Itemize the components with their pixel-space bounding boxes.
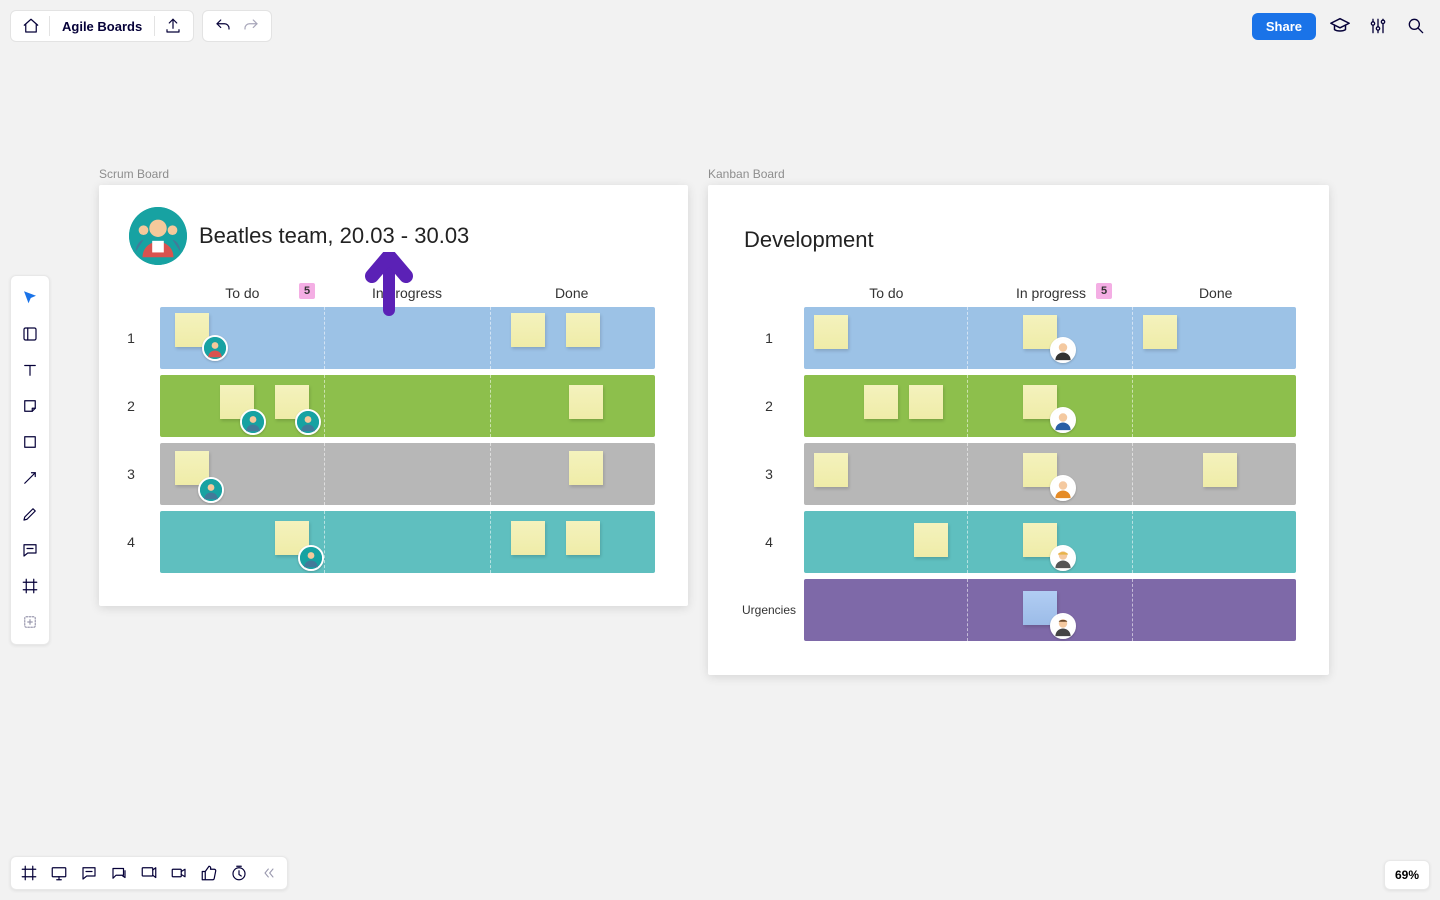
search-icon[interactable] [1402,12,1430,40]
scrum-frame[interactable]: Beatles team, 20.03 - 30.03 To do In pro… [99,185,688,606]
kanban-row-label: 4 [734,534,804,550]
scrum-title: Beatles team, 20.03 - 30.03 [199,223,469,249]
sticky-note[interactable] [909,385,943,419]
frame-tool-icon[interactable] [14,570,46,602]
bottom-toolbar [10,856,288,890]
scrum-row-label: 1 [102,330,160,346]
text-tool-icon[interactable] [14,354,46,386]
chat-icon[interactable] [105,859,133,887]
swimlane[interactable] [160,443,655,505]
mini-avatar-icon [202,335,228,361]
sticky-note[interactable] [569,451,603,485]
person-avatar-icon [1050,545,1076,571]
person-avatar-icon [1050,475,1076,501]
kanban-row-label: 2 [734,398,804,414]
present-icon[interactable] [45,859,73,887]
redo-icon[interactable] [237,12,265,40]
undo-icon[interactable] [209,12,237,40]
tool-panel [10,275,50,645]
swimlane[interactable] [804,511,1296,573]
like-icon[interactable] [195,859,223,887]
settings-icon[interactable] [1364,12,1392,40]
sticky-note[interactable] [1143,315,1177,349]
swimlane[interactable] [160,375,655,437]
sticky-note[interactable] [511,313,545,347]
person-avatar-icon [1050,337,1076,363]
line-tool-icon[interactable] [14,462,46,494]
learn-icon[interactable] [1326,12,1354,40]
kanban-row-label: 3 [734,466,804,482]
video-icon[interactable] [165,859,193,887]
col-header-done: Done [489,285,654,301]
sticky-note[interactable] [914,523,948,557]
sticky-note[interactable] [864,385,898,419]
sticky-note[interactable] [814,453,848,487]
home-icon[interactable] [17,12,45,40]
swimlane[interactable] [804,579,1296,641]
template-tool-icon[interactable] [14,318,46,350]
kanban-row-label: 1 [734,330,804,346]
sticky-tool-icon[interactable] [14,390,46,422]
kanban-row-label: Urgencies [734,603,804,617]
pen-tool-icon[interactable] [14,498,46,530]
scrum-row-label: 3 [102,466,160,482]
sticky-note[interactable] [1203,453,1237,487]
person-avatar-icon [1050,613,1076,639]
wip-badge: 5 [1096,283,1112,299]
sticky-note[interactable] [511,521,545,555]
sticky-note[interactable] [814,315,848,349]
mini-avatar-icon [198,477,224,503]
wip-badge: 5 [299,283,315,299]
separator [49,16,50,36]
comment-tool-icon[interactable] [14,534,46,566]
kanban-title: Development [744,227,874,253]
comments-icon[interactable] [75,859,103,887]
share-screen-icon[interactable] [135,859,163,887]
collapse-icon[interactable] [255,859,283,887]
scrum-row-label: 4 [102,534,160,550]
col-header-todo: To do [804,285,969,301]
timer-icon[interactable] [225,859,253,887]
mini-avatar-icon [295,409,321,435]
scrum-row-label: 2 [102,398,160,414]
person-avatar-icon [1050,407,1076,433]
frames-icon[interactable] [15,859,43,887]
board-name[interactable]: Agile Boards [54,19,150,34]
col-header-inprogress: In progress [325,285,490,301]
sticky-note[interactable] [566,521,600,555]
export-icon[interactable] [159,12,187,40]
separator [154,16,155,36]
team-avatar-icon [129,207,187,265]
col-header-done: Done [1133,285,1298,301]
frame-label-scrum[interactable]: Scrum Board [99,167,169,181]
select-tool-icon[interactable] [14,282,46,314]
zoom-level[interactable]: 69% [1384,860,1430,890]
swimlane[interactable] [804,443,1296,505]
frame-label-kanban[interactable]: Kanban Board [708,167,785,181]
kanban-frame[interactable]: Development To do In progress Done 5 1 2 [708,185,1329,675]
more-tools-icon[interactable] [14,606,46,638]
mini-avatar-icon [240,409,266,435]
sticky-note[interactable] [569,385,603,419]
swimlane[interactable] [804,307,1296,369]
swimlane[interactable] [160,307,655,369]
swimlane[interactable] [804,375,1296,437]
share-button[interactable]: Share [1252,13,1316,40]
shape-tool-icon[interactable] [14,426,46,458]
mini-avatar-icon [298,545,324,571]
sticky-note[interactable] [566,313,600,347]
swimlane[interactable] [160,511,655,573]
